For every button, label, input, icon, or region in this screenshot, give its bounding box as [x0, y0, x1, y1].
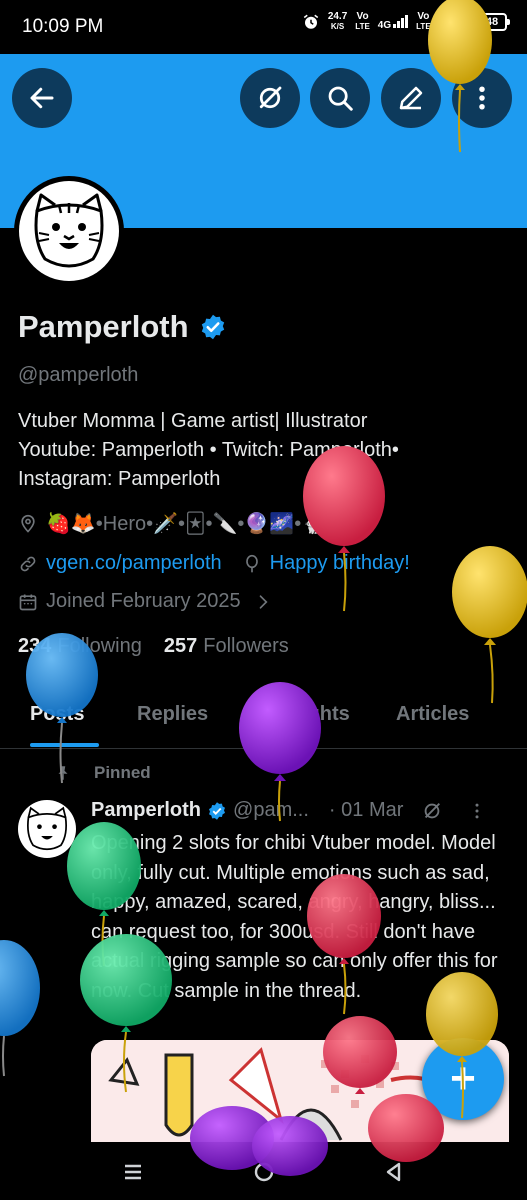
- clock: 10:09 PM: [22, 16, 104, 37]
- status-icons: 24.7 K/S Vo LTE 4G Vo LTE 4G 48: [302, 11, 510, 32]
- tab-replies[interactable]: Replies: [137, 703, 208, 726]
- system-nav-bar: [0, 1142, 527, 1200]
- sim1-volte: Vo LTE: [355, 11, 370, 32]
- follow-stats: 234 Following 257 Followers: [18, 635, 289, 658]
- active-tab-indicator: [30, 743, 99, 747]
- pin-icon: [58, 766, 68, 780]
- signal-icon: [454, 14, 469, 28]
- grok-button[interactable]: [240, 68, 300, 128]
- edit-pencil-icon: [399, 86, 423, 110]
- tab-articles[interactable]: Articles: [396, 703, 469, 726]
- followers-link[interactable]: 257 Followers: [164, 635, 289, 658]
- website-link[interactable]: vgen.co/pamperloth: [46, 552, 222, 575]
- tab-posts[interactable]: Posts: [30, 703, 84, 726]
- recent-apps-icon[interactable]: [121, 1160, 145, 1184]
- alarm-icon: [303, 14, 319, 29]
- edit-button[interactable]: [381, 68, 441, 128]
- following-link[interactable]: 234 Following: [18, 635, 142, 658]
- verified-badge-icon: [201, 314, 224, 340]
- profile-joined[interactable]: Joined February 2025: [18, 590, 273, 613]
- no-circle-icon[interactable]: [421, 800, 443, 822]
- verified-badge-icon: [209, 801, 226, 820]
- profile-handle: @pamperloth: [18, 364, 139, 386]
- profile-links: vgen.co/pamperloth Happy birthday!: [18, 552, 410, 575]
- more-vertical-icon: [479, 86, 485, 110]
- tweet-header: Pamperloth @pam... · 01 Mar: [91, 799, 487, 822]
- link-icon: [20, 556, 36, 571]
- back-button[interactable]: [12, 68, 72, 128]
- tab-highlights[interactable]: Highlights: [252, 703, 350, 726]
- no-circle-icon: [259, 86, 282, 109]
- sim1-network: 4G: [378, 14, 409, 31]
- chevron-right-icon: [259, 594, 268, 609]
- net-speed: 24.7 K/S: [327, 11, 348, 32]
- status-bar: 10:09 PM 24.7 K/S Vo LTE 4G Vo LTE 4G 48: [0, 0, 527, 54]
- compose-post-button[interactable]: +: [422, 1038, 504, 1120]
- signal-icon: [393, 14, 409, 28]
- calendar-icon: [19, 594, 37, 610]
- balloon: [452, 546, 527, 704]
- tweet-handle: @pam...: [233, 799, 309, 821]
- sim2-network: 4G: [439, 14, 469, 31]
- pinned-label: Pinned: [54, 763, 151, 783]
- profile-bio: Vtuber Momma | Game artist| Illustrator …: [18, 410, 399, 490]
- back-nav-icon[interactable]: [382, 1160, 406, 1184]
- battery-icon: 48: [477, 13, 510, 31]
- profile-location: 🍓🦊•Hero•🗡️•🃏•🔪•🔮🌌•🐇❤️: [18, 511, 351, 536]
- sim2-volte: Vo LTE: [416, 11, 431, 32]
- home-icon[interactable]: [252, 1160, 276, 1184]
- balloon: [0, 940, 40, 1077]
- profile-tabs: Posts Replies Highlights Articles: [0, 685, 527, 749]
- birthday-text[interactable]: Happy birthday!: [270, 552, 410, 575]
- profile-name: Pamperloth: [18, 309, 227, 345]
- tweet-date: · 01 Mar: [328, 799, 404, 821]
- search-icon: [328, 86, 353, 111]
- more-button[interactable]: [452, 68, 512, 128]
- tweet-avatar[interactable]: [18, 800, 76, 858]
- profile-avatar[interactable]: [14, 176, 124, 286]
- location-pin-icon: [21, 514, 35, 533]
- balloon-icon: [245, 554, 258, 572]
- tiger-avatar-icon: [34, 193, 104, 268]
- tiger-avatar-icon: [26, 806, 68, 851]
- tweet-text[interactable]: Opening 2 slots for chibi Vtuber model. …: [91, 829, 511, 1006]
- search-button[interactable]: [310, 68, 370, 128]
- tweet-author[interactable]: Pamperloth: [91, 799, 201, 822]
- more-vertical-icon[interactable]: [467, 801, 487, 821]
- arrow-left-icon: [30, 87, 54, 109]
